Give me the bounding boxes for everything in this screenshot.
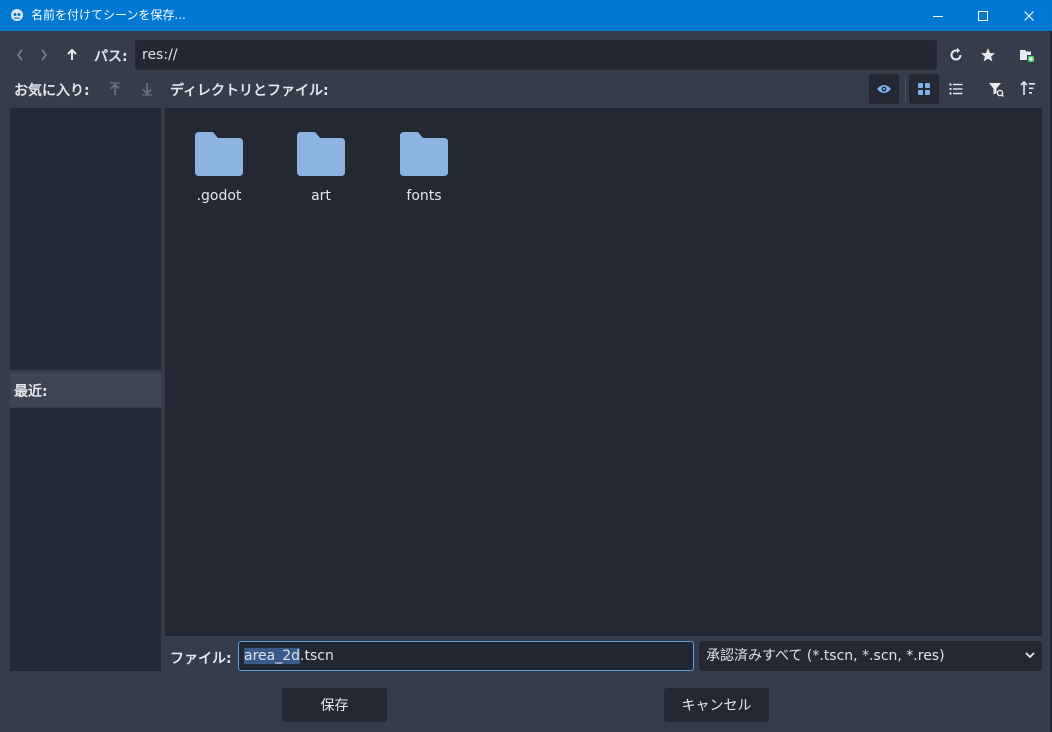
folder-item[interactable]: fonts xyxy=(384,132,464,204)
filter-value: 承認済みすべて (*.tscn, *.scn, *.res) xyxy=(706,648,945,664)
folder-name: .godot xyxy=(196,188,242,204)
filter-icon xyxy=(989,83,1004,97)
move-up-icon xyxy=(110,82,120,95)
window-title: 名前を付けてシーンを保存... xyxy=(31,8,186,22)
up-directory-button[interactable] xyxy=(58,41,86,69)
grid-view-button[interactable] xyxy=(909,74,939,104)
move-down-icon xyxy=(142,83,152,96)
sort-button[interactable] xyxy=(1014,75,1042,103)
minimize-button[interactable] xyxy=(915,0,961,31)
recent-header: 最近: xyxy=(10,373,161,407)
godot-app-icon xyxy=(10,8,24,22)
refresh-button[interactable] xyxy=(942,41,970,69)
forward-button[interactable] xyxy=(30,41,58,69)
favorite-star-icon xyxy=(981,48,995,62)
folder-item[interactable]: .godot xyxy=(179,132,259,204)
file-name-selected-text: area_2d xyxy=(244,648,301,664)
folder-icon xyxy=(297,132,345,176)
file-name-extension: .tscn xyxy=(300,648,334,664)
folder-name: art xyxy=(311,188,331,204)
recent-label: 最近: xyxy=(14,384,48,400)
title-bar: 名前を付けてシーンを保存... xyxy=(0,0,1052,31)
file-type-filter-select[interactable]: 承認済みすべて (*.tscn, *.scn, *.res) xyxy=(699,641,1042,671)
grid-view-icon xyxy=(918,83,930,95)
toggle-hidden-eye-icon xyxy=(877,85,891,93)
recent-list[interactable] xyxy=(10,408,161,671)
folder-icon xyxy=(195,132,243,176)
new-folder-button[interactable] xyxy=(1013,41,1041,69)
folder-icon xyxy=(400,132,448,176)
close-button[interactable] xyxy=(1006,0,1052,31)
favorites-list[interactable] xyxy=(10,108,161,370)
forward-icon xyxy=(41,49,48,61)
minimize-icon xyxy=(933,15,943,17)
file-list[interactable]: .godot art fonts xyxy=(165,108,1042,636)
path-input[interactable]: res:// xyxy=(135,40,937,70)
list-view-button[interactable] xyxy=(942,75,970,103)
file-name-input[interactable]: area_2d.tscn xyxy=(238,641,694,671)
maximize-icon xyxy=(978,10,988,21)
favorite-button[interactable] xyxy=(974,41,1002,69)
toggle-hidden-files-button[interactable] xyxy=(869,74,899,104)
up-icon xyxy=(67,48,77,60)
list-view-icon xyxy=(949,83,963,95)
maximize-button[interactable] xyxy=(960,0,1006,31)
favorite-move-down-button[interactable] xyxy=(133,75,161,103)
close-icon xyxy=(1024,10,1034,21)
folder-name: fonts xyxy=(406,188,442,204)
cancel-button[interactable]: キャンセル xyxy=(664,688,769,722)
save-button[interactable]: 保存 xyxy=(282,688,387,722)
favorite-move-up-button[interactable] xyxy=(101,75,129,103)
folder-item[interactable]: art xyxy=(281,132,361,204)
sort-icon xyxy=(1020,81,1035,95)
filter-button[interactable] xyxy=(982,75,1010,103)
new-folder-icon xyxy=(1020,50,1034,62)
favorites-label: お気に入り: xyxy=(14,83,90,99)
refresh-icon xyxy=(950,47,962,61)
path-label: パス: xyxy=(94,49,128,65)
file-label: ファイル: xyxy=(170,651,232,667)
toolbar-separator xyxy=(905,77,906,101)
directories-label: ディレクトリとファイル: xyxy=(170,83,329,99)
chevron-down-icon xyxy=(1025,652,1035,659)
back-icon xyxy=(16,49,23,61)
